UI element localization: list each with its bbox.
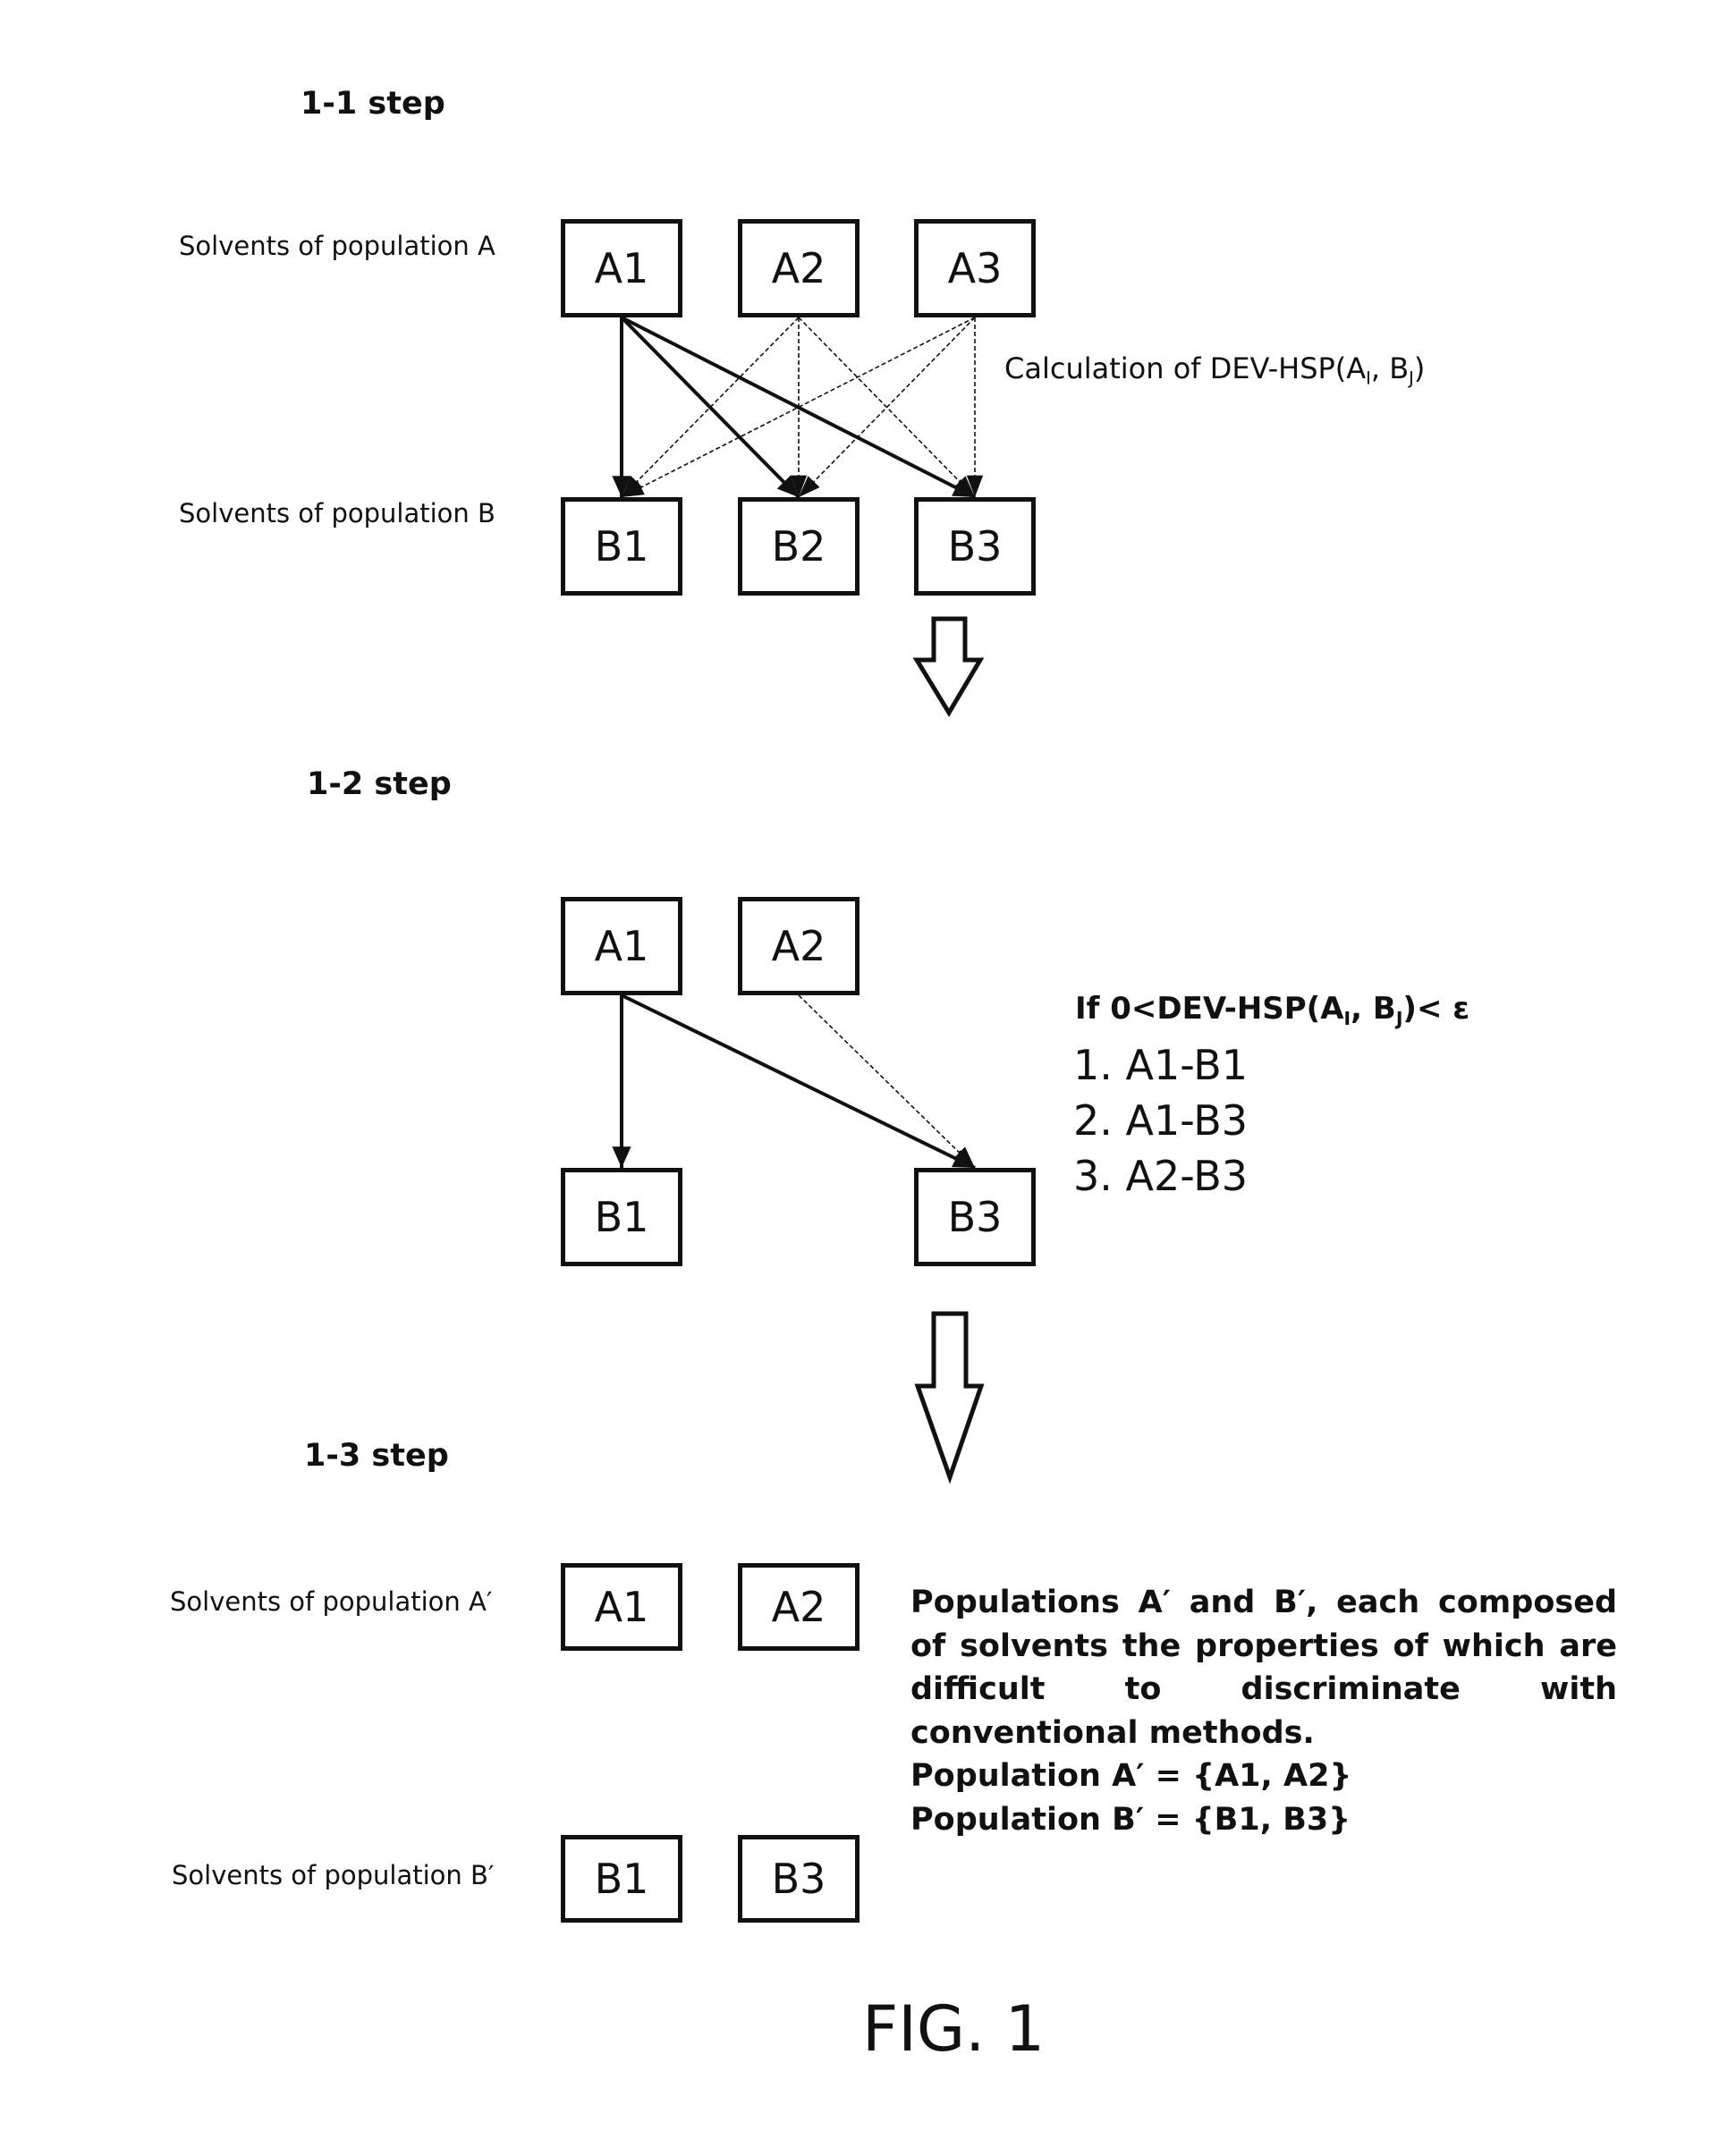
- down-arrow-icon: [914, 1311, 985, 1484]
- connector-layer: [612, 316, 985, 1484]
- edges-step2: [612, 993, 976, 1170]
- figure-page: 1-1 step Solvents of population A Solven…: [0, 0, 1736, 2139]
- edge-a2-b3: [798, 994, 976, 1169]
- down-arrow-icon: [912, 616, 985, 717]
- arrowhead: [612, 1146, 631, 1168]
- edges-step1: [612, 316, 984, 499]
- edge-a1-b3: [621, 993, 976, 1170]
